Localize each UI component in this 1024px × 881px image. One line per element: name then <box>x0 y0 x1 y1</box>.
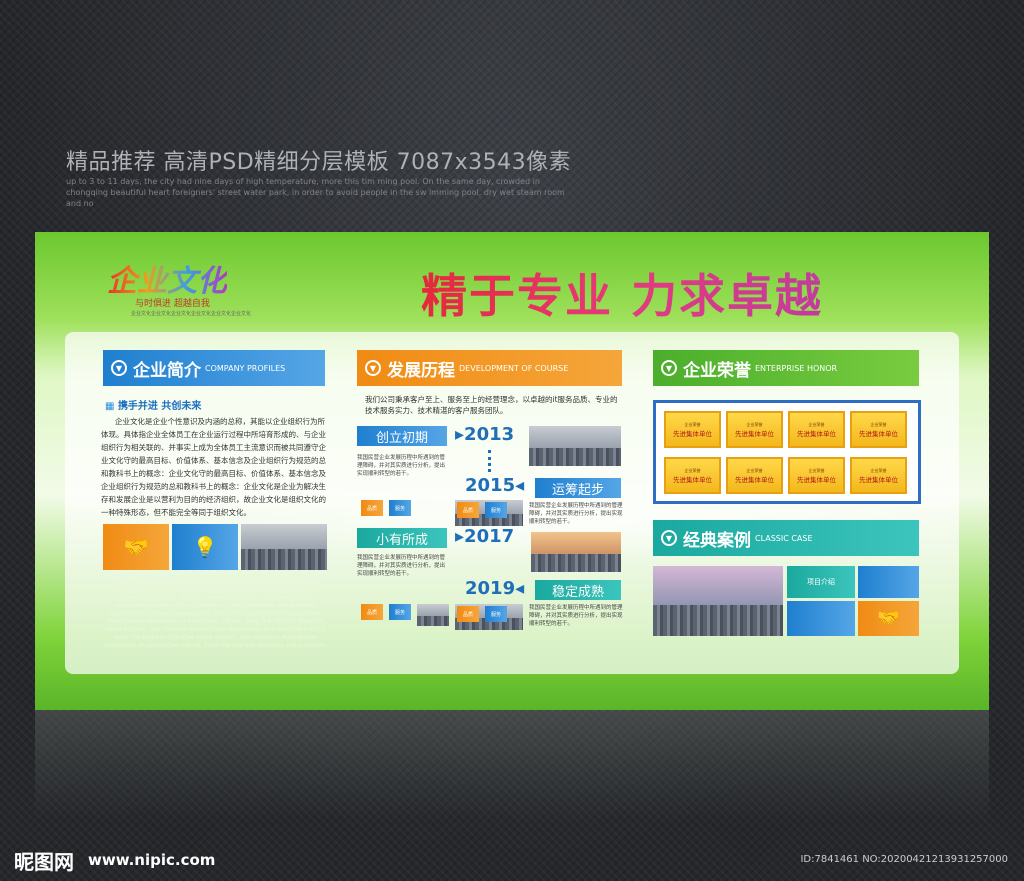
main-slogan: 精于专业 力求卓越 <box>421 260 823 326</box>
stage-year-3-text: 2017 <box>464 526 515 547</box>
history-photo-4 <box>417 604 449 627</box>
case-tile-blue-2 <box>787 601 855 636</box>
stage-label-2: 运筹起步 <box>535 478 621 498</box>
certificate: 企业荣誉 先进集体单位 <box>664 457 721 494</box>
mini-tag-service-1: 服务 <box>389 500 411 516</box>
site-url: www.nipic.com <box>88 851 216 869</box>
stage-label-1: 创立初期 <box>357 426 447 446</box>
case-tile-blue <box>858 566 919 598</box>
case-city-photo <box>653 566 783 636</box>
mini-tag-quality-2: 品质 <box>457 502 479 518</box>
history-photo-3 <box>531 532 621 572</box>
stage-year-1: ▸2013 <box>455 424 515 445</box>
certificate-name: 先进集体单位 <box>735 429 774 438</box>
certificate-name: 先进集体单位 <box>673 475 712 484</box>
certificate-name: 先进集体单位 <box>673 429 712 438</box>
mini-tag-quality-1: 品质 <box>361 500 383 516</box>
stage-year-1-text: 2013 <box>464 424 515 445</box>
stage-year-2-text: 2015 <box>465 475 516 496</box>
handshake-icon: 🤝 <box>103 524 169 570</box>
culture-logo: 企业文化 <box>107 256 227 300</box>
certificate-name: 先进集体单位 <box>797 429 836 438</box>
profile-subtitle: ▦ 携手并进 共创未来 <box>105 397 201 412</box>
mini-tag-quality-4: 品质 <box>457 606 479 622</box>
display-board: 企业文化 与时俱进 超越自我 企业文化企业文化企业文化企业文化企业文化企业文化 … <box>35 232 989 710</box>
certificate: 企业荣誉 先进集体单位 <box>726 457 783 494</box>
stage-text-2: 我国民营企业发展历程中所遇到的管理障碍，并对其实质进行分析，提出实现顺利转型的若… <box>529 503 623 525</box>
chevron-down-icon: ▼ <box>661 360 677 376</box>
mini-tag-service-2: 服务 <box>485 502 507 518</box>
certificate-name: 先进集体单位 <box>859 429 898 438</box>
mini-tag-quality-3: 品质 <box>361 604 383 620</box>
stage-year-4-text: 2019 <box>465 578 516 599</box>
mini-tag-service-3: 服务 <box>389 604 411 620</box>
history-en-title: DEVELOPMENT OF COURSE <box>459 363 569 373</box>
profile-header: ▼ 企业简介 COMPANY PROFILES <box>103 350 325 386</box>
chevron-down-icon: ▼ <box>111 360 127 376</box>
case-header: ▼ 经典案例 CLASSIC CASE <box>653 520 919 556</box>
square-icon: ▦ <box>105 401 118 412</box>
certificate: 企业荣誉 先进集体单位 <box>788 411 845 448</box>
certificate: 企业荣誉 先进集体单位 <box>726 411 783 448</box>
culture-tagline: 与时俱进 超越自我 <box>135 299 210 309</box>
history-intro: 我们公司秉承客户至上、服务至上的经营理念，以卓越的it服务品质、专业的技术服务实… <box>365 395 618 415</box>
honor-certificates-box: 企业荣誉 先进集体单位 企业荣誉 先进集体单位 企业荣誉 先进集体单位 企业荣誉 先进集… <box>653 400 921 504</box>
case-title: 经典案例 <box>683 530 751 551</box>
history-title: 发展历程 <box>387 360 455 381</box>
certificate-name: 先进集体单位 <box>859 475 898 484</box>
stage-year-4: 2019◂ <box>465 578 525 599</box>
timeline-dots-1 <box>488 450 491 472</box>
history-header: ▼ 发展历程 DEVELOPMENT OF COURSE <box>357 350 622 386</box>
preview-title: 精品推荐 高清PSD精细分层模板 7087x3543像素 <box>66 150 572 175</box>
case-tile-project: 项目介绍 <box>787 566 855 598</box>
certificate-name: 先进集体单位 <box>797 475 836 484</box>
certificate: 企业荣誉 先进集体单位 <box>788 457 845 494</box>
city-photo <box>241 524 327 570</box>
lightbulb-icon: 💡 <box>172 524 238 570</box>
certificate: 企业荣誉 先进集体单位 <box>850 411 907 448</box>
certificate-name: 先进集体单位 <box>735 475 774 484</box>
honor-en-title: ENTERPRISE HONOR <box>755 363 838 373</box>
stage-text-4: 我国民营企业发展历程中所遇到的管理障碍，并对其实质进行分析，提出实现顺利转型的若… <box>529 605 623 627</box>
board-reflection <box>35 710 989 820</box>
stage-year-3: ▸2017 <box>455 526 515 547</box>
preview-description: up to 3 to 11 days, the city had nine da… <box>66 177 565 208</box>
profile-subtitle-text: 携手并进 共创未来 <box>117 401 202 412</box>
image-id: ID:7841461 NO:20200421213931257000 <box>800 854 1008 865</box>
history-photo-1 <box>529 426 621 466</box>
certificate: 企业荣誉 先进集体单位 <box>664 411 721 448</box>
site-logo: 昵图网 <box>14 850 74 874</box>
handshake-icon: 🤝 <box>858 601 919 636</box>
stage-label-4: 稳定成熟 <box>535 580 621 600</box>
certificate: 企业荣誉 先进集体单位 <box>850 457 907 494</box>
stage-label-3: 小有所成 <box>357 528 447 548</box>
mini-tag-service-4: 服务 <box>485 606 507 622</box>
profile-en-text: The enterprise culture is the enterprise… <box>104 578 328 649</box>
profile-en-title: COMPANY PROFILES <box>205 363 286 373</box>
honor-header: ▼ 企业荣誉 ENTERPRISE HONOR <box>653 350 919 386</box>
stage-text-1: 我国民营企业发展历程中所遇到的管理障碍，并对其实质进行分析，提出实现顺利转型的若… <box>357 455 446 477</box>
honor-title: 企业荣誉 <box>683 360 751 381</box>
chevron-down-icon: ▼ <box>365 360 381 376</box>
profile-title: 企业简介 <box>133 360 201 381</box>
stage-year-2: 2015◂ <box>465 475 525 496</box>
profile-text: 企业文化是企业个性意识及内涵的总称，其能以企业组织行为所体现。具体指企业全体员工… <box>101 417 326 517</box>
culture-small-text: 企业文化企业文化企业文化企业文化企业文化企业文化 <box>131 311 252 317</box>
chevron-down-icon: ▼ <box>661 530 677 546</box>
case-en-title: CLASSIC CASE <box>755 533 813 543</box>
stage-text-3: 我国民营企业发展历程中所遇到的管理障碍，并对其实质进行分析，提出实现顺利转型的若… <box>357 555 446 577</box>
